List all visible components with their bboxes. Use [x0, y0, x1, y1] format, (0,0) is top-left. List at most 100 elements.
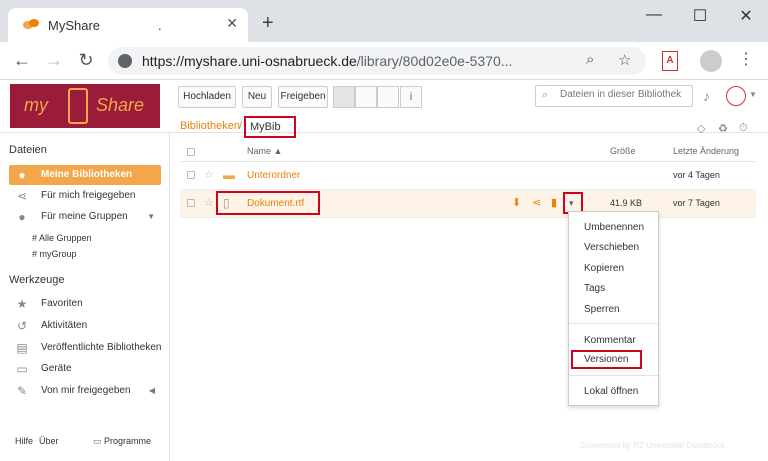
profile-avatar[interactable]: [700, 50, 722, 72]
trash-recycle-icon[interactable]: ♻: [718, 122, 728, 135]
site-info-icon[interactable]: [118, 54, 132, 68]
menu-item-copy[interactable]: Kopieren: [584, 263, 624, 274]
window-maximize-button[interactable]: ☐: [680, 6, 720, 26]
menu-item-open-locally[interactable]: Lokal öffnen: [584, 386, 638, 397]
menu-item-versions[interactable]: Versionen: [584, 354, 628, 365]
search-input[interactable]: [560, 89, 690, 100]
avatar-dropdown-icon[interactable]: ▼: [749, 90, 757, 99]
breadcrumb-current: MyBib: [244, 116, 296, 138]
menu-item-move[interactable]: Verschieben: [584, 242, 639, 253]
column-view-icon[interactable]: [377, 86, 399, 108]
info-icon[interactable]: i: [400, 86, 422, 108]
sidebar-item-label: Für mich freigegeben: [41, 190, 136, 201]
star-icon[interactable]: ☆: [204, 196, 214, 209]
folder-icon: ▬: [223, 168, 235, 182]
menu-divider: [569, 375, 658, 376]
sidebar-group-all[interactable]: # Alle Gruppen: [32, 233, 92, 243]
zoom-icon[interactable]: ⌕: [586, 51, 594, 68]
forward-arrow-icon[interactable]: →: [42, 50, 66, 70]
tab-title: MyShare: [48, 18, 101, 33]
pdf-extension-icon[interactable]: A: [662, 51, 678, 71]
history-icon[interactable]: ⏱: [739, 122, 748, 135]
sidebar-item-shared-by-me[interactable]: ✎ Von mir freigegeben ◀: [9, 381, 161, 401]
sidebar-item-my-libraries[interactable]: ● Meine Bibliotheken: [9, 165, 161, 185]
chevron-down-icon[interactable]: ▼: [147, 212, 155, 221]
upload-button[interactable]: Hochladen: [178, 86, 236, 108]
myshare-favicon-icon: [23, 19, 39, 29]
wrench-icon: ✎: [16, 384, 28, 398]
file-name[interactable]: Dokument.rtf: [247, 198, 304, 209]
history-icon: ↺: [16, 319, 28, 333]
about-link[interactable]: Über: [39, 436, 59, 446]
column-name[interactable]: Name ▲: [247, 146, 282, 156]
star-icon[interactable]: ☆: [204, 168, 214, 181]
sidebar-item-devices[interactable]: ▭ Geräte: [9, 359, 161, 379]
sidebar-item-favorites[interactable]: ★ Favoriten: [9, 294, 161, 314]
file-modified: vor 4 Tagen: [673, 170, 720, 180]
bookmark-star-icon[interactable]: ☆: [618, 51, 631, 69]
browser-menu-icon[interactable]: ⋮: [738, 49, 754, 69]
file-modified: vor 7 Tagen: [673, 198, 720, 208]
myshare-logo[interactable]: my Share: [10, 84, 160, 128]
sidebar-group-mygroup[interactable]: # myGroup: [32, 249, 77, 259]
new-tab-button[interactable]: +: [262, 13, 274, 33]
sidebar-item-label: Für meine Gruppen: [41, 211, 128, 222]
menu-divider: [569, 323, 658, 324]
browser-tabstrip: MyShare . ✕ + — ☐ ✕: [0, 0, 768, 42]
window-close-button[interactable]: ✕: [726, 6, 766, 26]
menu-item-rename[interactable]: Umbenennen: [584, 222, 644, 233]
sidebar: Dateien ● Meine Bibliotheken ⋖ Für mich …: [0, 133, 170, 461]
table-row[interactable]: ☆ ▯ Dokument.rtf ⬇ ⋖ ▮ ▾ 41.9 KB vor 7 T…: [180, 190, 756, 218]
row-checkbox[interactable]: [187, 199, 195, 207]
browser-toolbar: ← → ↻ https://myshare.uni-osnabrueck.de/…: [0, 42, 768, 80]
back-arrow-icon[interactable]: ←: [10, 50, 34, 70]
user-icon: ●: [18, 168, 26, 182]
browser-tab[interactable]: MyShare . ✕: [8, 8, 248, 42]
help-link[interactable]: Hilfe: [15, 436, 33, 446]
screenshot-watermark: Screenshot by RZ Universität Osnabrück: [580, 441, 725, 450]
notification-bell-icon[interactable]: ♪: [703, 88, 710, 104]
table-row[interactable]: ☆ ▬ Unterordner vor 4 Tagen: [180, 162, 756, 190]
share-button[interactable]: Freigeben: [278, 86, 328, 108]
more-operations-dropdown-icon[interactable]: ▾: [569, 198, 574, 209]
menu-item-comment[interactable]: Kommentar: [584, 335, 636, 346]
reload-icon[interactable]: ↻: [74, 50, 98, 70]
tag-icon[interactable]: ◇: [697, 122, 705, 135]
file-size: 41.9 KB: [610, 198, 643, 208]
logo-mark-icon: [68, 88, 88, 124]
window-minimize-button[interactable]: —: [634, 6, 674, 24]
sidebar-item-shared-with-me[interactable]: ⋖ Für mich freigegeben: [9, 186, 161, 206]
file-name[interactable]: Unterordner: [247, 170, 300, 181]
user-avatar[interactable]: [726, 86, 746, 106]
column-modified[interactable]: Letzte Änderung: [673, 146, 739, 156]
row-checkbox[interactable]: [187, 171, 195, 179]
sidebar-item-activities[interactable]: ↺ Aktivitäten: [9, 316, 161, 336]
monitor-icon: ▭: [16, 362, 28, 376]
address-bar[interactable]: https://myshare.uni-osnabrueck.de/librar…: [108, 47, 646, 75]
library-search[interactable]: ⌕: [535, 85, 693, 107]
sidebar-item-label: Meine Bibliotheken: [41, 169, 133, 180]
breadcrumb-root[interactable]: Bibliotheken: [180, 120, 240, 132]
chevron-left-icon[interactable]: ◀: [149, 386, 155, 395]
grid-view-icon[interactable]: [355, 86, 377, 108]
search-icon: ⌕: [542, 89, 549, 101]
menu-item-tags[interactable]: Tags: [584, 283, 605, 294]
sidebar-item-label: Veröffentlichte Bibliotheken: [41, 342, 162, 353]
share-icon: ⋖: [16, 189, 28, 203]
file-table-header: Name ▲ Größe Letzte Änderung: [180, 142, 756, 162]
list-view-icon[interactable]: [333, 86, 355, 108]
new-button[interactable]: Neu: [242, 86, 272, 108]
programs-link[interactable]: Programme: [104, 436, 151, 446]
sidebar-item-published-libraries[interactable]: ▤ Veröffentlichte Bibliotheken: [9, 338, 161, 358]
menu-item-lock[interactable]: Sperren: [584, 304, 620, 315]
share-icon[interactable]: ⋖: [532, 196, 541, 209]
download-icon[interactable]: ⬇: [512, 196, 521, 209]
column-size[interactable]: Größe: [610, 146, 636, 156]
url-text: https://myshare.uni-osnabrueck.de/librar…: [142, 53, 513, 69]
delete-icon[interactable]: ▮: [551, 196, 557, 209]
sidebar-item-label: Von mir freigegeben: [41, 385, 131, 396]
sidebar-item-label: Aktivitäten: [41, 320, 88, 331]
sidebar-item-group-shares[interactable]: ● Für meine Gruppen ▼: [9, 207, 161, 227]
tab-close-icon[interactable]: ✕: [226, 15, 238, 32]
select-all-checkbox[interactable]: [187, 148, 195, 156]
